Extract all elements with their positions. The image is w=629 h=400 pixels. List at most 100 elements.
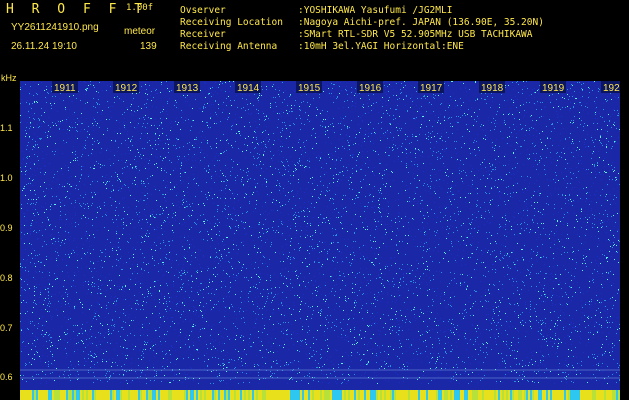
signal-strip-cell [352, 390, 354, 400]
signal-strip-cell [216, 390, 218, 400]
signal-strip-cell [404, 390, 406, 400]
signal-strip-cell [582, 390, 584, 400]
signal-strip-cell [220, 390, 222, 400]
signal-strip-cell [276, 390, 278, 400]
signal-strip-cell [200, 390, 202, 400]
signal-strip-cell [452, 390, 454, 400]
x-tick-label: 1913 [176, 83, 199, 94]
signal-strip-cell [164, 390, 166, 400]
signal-strip-cell [466, 390, 468, 400]
signal-strip-cell [186, 390, 188, 400]
signal-strip-cell [524, 390, 526, 400]
signal-strip-cell [436, 390, 438, 400]
signal-strip-cell [422, 390, 424, 400]
signal-strip-cell [264, 390, 266, 400]
signal-strip-cell [236, 390, 238, 400]
signal-strip-cell [102, 390, 104, 400]
signal-strip-cell [606, 390, 608, 400]
signal-strip-cell [544, 390, 546, 400]
signal-strip-cell [590, 390, 592, 400]
signal-strip-cell [250, 390, 252, 400]
signal-strip-cell [124, 390, 126, 400]
signal-strip-cell [162, 390, 164, 400]
signal-strip-cell [392, 390, 394, 400]
signal-strip-cell [90, 390, 92, 400]
signal-strip-cell [104, 390, 106, 400]
y-tick-label: 1.1 [0, 123, 13, 133]
signal-strip-cell [144, 390, 146, 400]
signal-strip-cell [386, 390, 388, 400]
signal-strip-cell [106, 390, 108, 400]
signal-strip-cell [210, 390, 212, 400]
signal-strip-cell [42, 390, 44, 400]
signal-strip-cell [288, 390, 290, 400]
signal-strip-cell [38, 390, 40, 400]
signal-strip-cell [296, 390, 298, 400]
signal-strip-cell [556, 390, 558, 400]
x-tick-label: 1911 [54, 83, 76, 94]
signal-strip-cell [320, 390, 322, 400]
signal-strip-cell [330, 390, 332, 400]
signal-strip-cell [390, 390, 392, 400]
signal-strip-cell [514, 390, 516, 400]
signal-strip-cell [34, 390, 36, 400]
signal-strip-cell [260, 390, 262, 400]
signal-strip-cell [116, 390, 118, 400]
signal-strip-cell [194, 390, 196, 400]
signal-strip-cell [262, 390, 264, 400]
signal-strip-cell [618, 390, 620, 400]
signal-strip-cell [52, 390, 54, 400]
signal-strip-cell [166, 390, 168, 400]
signal-strip-cell [214, 390, 216, 400]
signal-strip-cell [154, 390, 156, 400]
signal-strip-cell [586, 390, 588, 400]
signal-strip-cell [572, 390, 574, 400]
signal-strip-cell [414, 390, 416, 400]
x-tick-label: 1915 [298, 83, 321, 94]
signal-strip-cell [480, 390, 482, 400]
signal-strip-cell [506, 390, 508, 400]
signal-strip-cell [324, 390, 326, 400]
signal-strip-cell [26, 390, 28, 400]
signal-strip-cell [322, 390, 324, 400]
signal-strip-cell [312, 390, 314, 400]
signal-strip-cell [132, 390, 134, 400]
signal-strip-cell [238, 390, 240, 400]
signal-strip-cell [78, 390, 80, 400]
signal-strip-cell [518, 390, 520, 400]
signal-strip-cell [500, 390, 502, 400]
signal-strip-cell [192, 390, 194, 400]
signal-strip-cell [88, 390, 90, 400]
signal-strip-cell [122, 390, 124, 400]
x-tick-label: 1920 [603, 83, 620, 94]
signal-strip-cell [366, 390, 368, 400]
signal-strip-cell [50, 390, 52, 400]
signal-strip-cell [232, 390, 234, 400]
signal-strip-cell [240, 390, 242, 400]
signal-strip-cell [286, 390, 288, 400]
x-tick-label: 1916 [359, 83, 382, 94]
spectrogram-canvas: 1911 1912 1913 1914 1915 1916 1917 1918 1919 1920 [20, 81, 620, 400]
signal-strip-cell [168, 390, 170, 400]
signal-strip-cell [478, 390, 480, 400]
signal-strip-cell [332, 390, 334, 400]
signal-strip-cell [112, 390, 114, 400]
signal-strip-cell [410, 390, 412, 400]
signal-strip-cell [370, 390, 372, 400]
signal-strip-cell [534, 390, 536, 400]
receiver-value: :SMart RTL-SDR V5 52.905MHz USB TACHIKAW… [298, 29, 533, 40]
signal-strip-cell [314, 390, 316, 400]
signal-strip-cell [548, 390, 550, 400]
signal-strip-cell [336, 390, 338, 400]
signal-strip-cell [244, 390, 246, 400]
signal-strip-cell [416, 390, 418, 400]
signal-strip-cell [158, 390, 160, 400]
signal-strip-cell [348, 390, 350, 400]
signal-strip-cell [412, 390, 414, 400]
signal-strip-cell [498, 390, 500, 400]
signal-strip-cell [304, 390, 306, 400]
signal-strip-cell [292, 390, 294, 400]
signal-strip-cell [76, 390, 78, 400]
signal-strip-cell [28, 390, 30, 400]
signal-strip-cell [374, 390, 376, 400]
